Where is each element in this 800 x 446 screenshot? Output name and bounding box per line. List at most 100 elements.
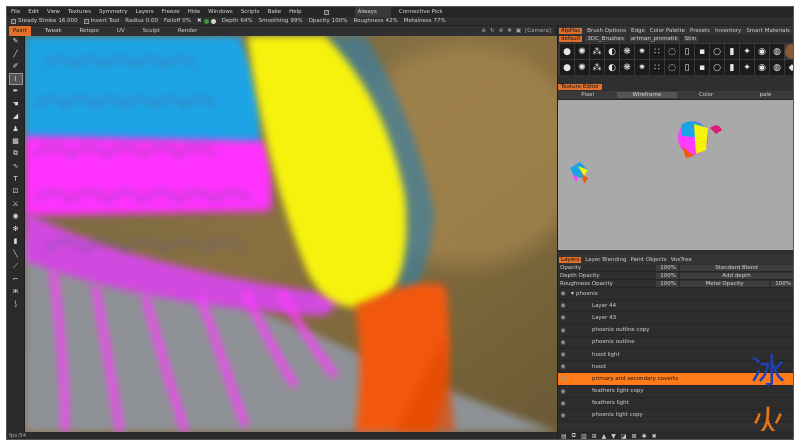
nav-icon[interactable]: ⊕ bbox=[481, 28, 486, 34]
stroke-tool-icon[interactable]: ⌇ bbox=[8, 72, 23, 85]
tab-uv[interactable]: UV bbox=[113, 26, 129, 36]
brush-alpha-thumb[interactable] bbox=[785, 44, 793, 59]
brush-tool-icon[interactable]: ✎ bbox=[10, 36, 22, 46]
metalness-field[interactable]: Metalness 77% bbox=[404, 18, 446, 24]
brush-alpha-thumb[interactable]: ✷ bbox=[635, 44, 649, 59]
ruler-tool-icon[interactable]: ⟋ bbox=[10, 261, 22, 271]
menu-bake[interactable]: Bake bbox=[268, 7, 282, 17]
tab-layers[interactable]: Layers bbox=[559, 256, 582, 263]
brush-alpha-thumb[interactable]: ❋ bbox=[620, 60, 634, 75]
eye-tool-icon[interactable]: ◉ bbox=[10, 211, 22, 221]
roughness-field[interactable]: Roughness 42% bbox=[353, 18, 397, 24]
menu-file[interactable]: File bbox=[11, 7, 20, 17]
gear-tool-icon[interactable]: ✻ bbox=[10, 224, 22, 234]
brush-alpha-thumb[interactable]: ∷ bbox=[650, 60, 664, 75]
depth-opacity-input[interactable]: 100% bbox=[656, 272, 678, 279]
pen-tool-icon[interactable]: ╱ bbox=[10, 49, 22, 59]
settings-icon[interactable]: ✱ bbox=[642, 433, 647, 440]
delete-layer-icon[interactable]: ✖ bbox=[652, 433, 657, 440]
tab-presets[interactable]: Presets bbox=[690, 28, 710, 34]
clone-tool-icon[interactable]: ⧉ bbox=[10, 149, 22, 159]
eye-icon[interactable]: ◉ bbox=[558, 339, 568, 346]
curve-tool-icon[interactable]: ∿ bbox=[10, 161, 22, 171]
roughness-opacity-input[interactable]: 100% bbox=[656, 280, 678, 287]
menu-layers[interactable]: Layers bbox=[135, 7, 153, 17]
texture-editor-tab[interactable]: Texture Editor bbox=[558, 84, 603, 90]
stamp-tool-icon[interactable]: ♟ bbox=[10, 124, 22, 134]
menu-view[interactable]: View bbox=[47, 7, 60, 17]
depth-field[interactable]: Depth 64% bbox=[222, 18, 253, 24]
metal-opacity-input[interactable]: 100% bbox=[771, 280, 793, 287]
brush-alpha-thumb[interactable]: ▮ bbox=[725, 60, 739, 75]
folder-icon[interactable]: ▥ bbox=[581, 433, 587, 440]
menu-windows[interactable]: Windows bbox=[208, 7, 233, 17]
steady-stroke-option[interactable]: Steady Stroke 16.000 bbox=[11, 18, 78, 24]
eye-icon[interactable]: ◉ bbox=[558, 351, 568, 358]
lock-icon[interactable]: ⊠ bbox=[632, 433, 637, 440]
texture-preview[interactable] bbox=[558, 100, 793, 250]
brush-alpha-thumb[interactable]: ◌ bbox=[665, 44, 679, 59]
brush-alpha-thumb[interactable]: ◍ bbox=[770, 60, 784, 75]
mode-pale[interactable]: pale bbox=[736, 92, 793, 98]
rotate-icon[interactable]: ↻ bbox=[490, 28, 495, 34]
tab-inventory[interactable]: Inventory bbox=[715, 28, 741, 34]
brush-alpha-thumb[interactable]: ▮ bbox=[725, 44, 739, 59]
duplicate-layer-icon[interactable]: ⧉ bbox=[572, 432, 576, 439]
tab-edge[interactable]: Edge bbox=[631, 28, 645, 34]
brush-set-3dc[interactable]: 3DC_Brushes bbox=[585, 36, 626, 42]
brush-alpha-thumb[interactable]: ▯ bbox=[680, 44, 694, 59]
menu-freeze[interactable]: Freeze bbox=[162, 7, 180, 17]
brush-alpha-thumb[interactable]: ✦ bbox=[740, 44, 754, 59]
camera-label[interactable]: [Camera] bbox=[525, 28, 551, 34]
pan-icon[interactable]: ✥ bbox=[507, 28, 512, 34]
knife-tool-icon[interactable]: ⚔ bbox=[10, 199, 22, 209]
blend-mode-select[interactable]: Standard Blend bbox=[680, 264, 793, 271]
brush-alpha-thumb[interactable]: ▯ bbox=[680, 60, 694, 75]
tab-layer-blending[interactable]: Layer Blending bbox=[585, 257, 626, 263]
tab-sculpt[interactable]: Sculpt bbox=[139, 26, 164, 36]
tab-alphas[interactable]: AlpHas bbox=[559, 27, 583, 34]
brush-alpha-thumb[interactable]: ⁂ bbox=[590, 60, 604, 75]
zoom-tool-icon[interactable]: ⊡ bbox=[10, 186, 22, 196]
brush-alpha-thumb[interactable]: ✦ bbox=[740, 60, 754, 75]
brush-alpha-thumb[interactable]: ● bbox=[560, 60, 574, 75]
tab-render[interactable]: Render bbox=[174, 26, 202, 36]
brush-set-artman[interactable]: artman_pinmatik bbox=[628, 36, 680, 42]
move-up-icon[interactable]: ▲ bbox=[602, 433, 607, 440]
layer-row[interactable]: ◉ Layer 43 bbox=[558, 312, 793, 325]
checkbox[interactable] bbox=[323, 9, 329, 15]
tab-paint-objects[interactable]: Paint Objects bbox=[630, 257, 666, 263]
merge-icon[interactable]: ⊞ bbox=[592, 433, 597, 440]
always-dropdown[interactable]: Always bbox=[354, 7, 391, 17]
invert-tool-option[interactable]: Invert Tool bbox=[83, 18, 119, 24]
layer-row[interactable]: ◉ phoenix outline copy bbox=[558, 325, 793, 337]
fill-tool-icon[interactable]: ▩ bbox=[10, 136, 22, 146]
color-swatches[interactable]: ✖ bbox=[197, 18, 216, 24]
brush-alpha-thumb[interactable]: ◉ bbox=[755, 44, 769, 59]
wand-tool-icon[interactable]: ⟆ bbox=[10, 299, 22, 309]
brush-alpha-thumb[interactable]: ○ bbox=[710, 44, 724, 59]
brush-alpha-thumb[interactable]: ○ bbox=[710, 60, 724, 75]
menu-help[interactable]: Help bbox=[289, 7, 302, 17]
menu-edit[interactable]: Edit bbox=[28, 7, 39, 17]
airbrush-tool-icon[interactable]: ✒ bbox=[10, 86, 22, 96]
tab-tweak[interactable]: Tweak bbox=[41, 26, 66, 36]
bucket-tool-icon[interactable]: ▮ bbox=[10, 236, 22, 246]
brush-alpha-thumb[interactable]: ✷ bbox=[635, 60, 649, 75]
menu-scripts[interactable]: Scripts bbox=[241, 7, 260, 17]
tab-color-palette[interactable]: Color Palette bbox=[650, 28, 685, 34]
tab-retopo[interactable]: Retopo bbox=[76, 26, 103, 36]
zoom-icon[interactable]: ⊗ bbox=[499, 28, 504, 34]
mode-color[interactable]: Color bbox=[677, 92, 736, 98]
mask-icon[interactable]: ◪ bbox=[621, 433, 627, 440]
brush-alpha-thumb[interactable]: ▪ bbox=[695, 60, 709, 75]
brush-alpha-thumb[interactable]: ◌ bbox=[665, 60, 679, 75]
brush-alpha-thumb[interactable]: ∷ bbox=[650, 44, 664, 59]
brush-alpha-thumb[interactable]: ◉ bbox=[755, 60, 769, 75]
eye-icon[interactable]: ◉ bbox=[558, 375, 568, 382]
eye-icon[interactable]: ◉ bbox=[558, 290, 568, 297]
smudge-tool-icon[interactable]: ☚ bbox=[10, 99, 22, 109]
brush-alpha-thumb[interactable]: ✺ bbox=[575, 44, 589, 59]
mode-wireframe[interactable]: Wireframe bbox=[617, 92, 677, 98]
brush-alpha-thumb[interactable]: ⁂ bbox=[590, 44, 604, 59]
